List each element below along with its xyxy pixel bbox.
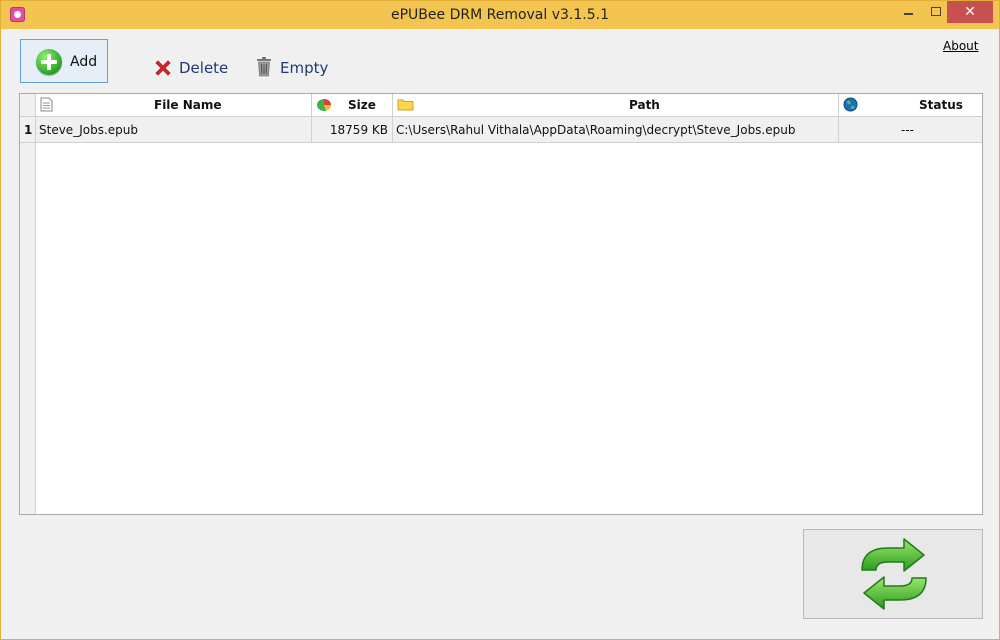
app-window: ePUBee DRM Removal v3.1.5.1 ✕ Add Delete… — [0, 0, 1000, 640]
delete-button[interactable]: Delete — [151, 53, 231, 81]
pie-chart-icon — [317, 99, 332, 111]
column-label: File Name — [154, 98, 222, 112]
column-header-file-name[interactable]: File Name — [36, 94, 312, 116]
convert-arrows-icon — [861, 538, 927, 610]
plus-icon — [36, 49, 62, 75]
about-link[interactable]: About — [943, 39, 978, 53]
table-row[interactable]: 1 Steve_Jobs.epub 18759 KB C:\Users\Rahu… — [20, 117, 982, 143]
delete-label: Delete — [179, 59, 229, 77]
trash-icon — [257, 57, 271, 77]
convert-button[interactable] — [803, 529, 983, 619]
empty-label: Empty — [280, 59, 329, 77]
cell-size[interactable]: 18759 KB — [312, 117, 393, 142]
column-header-path[interactable]: Path — [393, 94, 839, 116]
column-label: Size — [348, 98, 376, 112]
cell-file-name[interactable]: Steve_Jobs.epub — [36, 117, 312, 142]
maximize-button[interactable] — [920, 1, 950, 23]
column-label: Path — [629, 98, 660, 112]
file-grid[interactable]: File Name Size Path Status 1 Steve_Jobs.… — [19, 93, 983, 515]
empty-button[interactable]: Empty — [254, 53, 334, 81]
row-index: 1 — [20, 117, 36, 142]
delete-x-icon — [155, 60, 171, 76]
cell-path[interactable]: C:\Users\Rahul Vithala\AppData\Roaming\d… — [393, 117, 839, 142]
cell-status[interactable]: --- — [839, 117, 982, 142]
document-icon — [40, 97, 53, 112]
folder-icon — [397, 99, 414, 111]
grid-corner[interactable] — [20, 94, 36, 116]
add-button[interactable]: Add — [20, 39, 108, 83]
globe-icon — [843, 97, 858, 112]
add-label: Add — [70, 54, 98, 70]
column-label: Status — [919, 98, 963, 112]
grid-header: File Name Size Path Status — [20, 94, 982, 117]
row-header-column — [20, 94, 36, 514]
column-header-status[interactable]: Status — [839, 94, 982, 116]
window-title: ePUBee DRM Removal v3.1.5.1 — [390, 7, 609, 23]
column-header-size[interactable]: Size — [312, 94, 393, 116]
title-bar[interactable]: ePUBee DRM Removal v3.1.5.1 ✕ — [1, 1, 999, 29]
close-button[interactable]: ✕ — [947, 1, 993, 23]
